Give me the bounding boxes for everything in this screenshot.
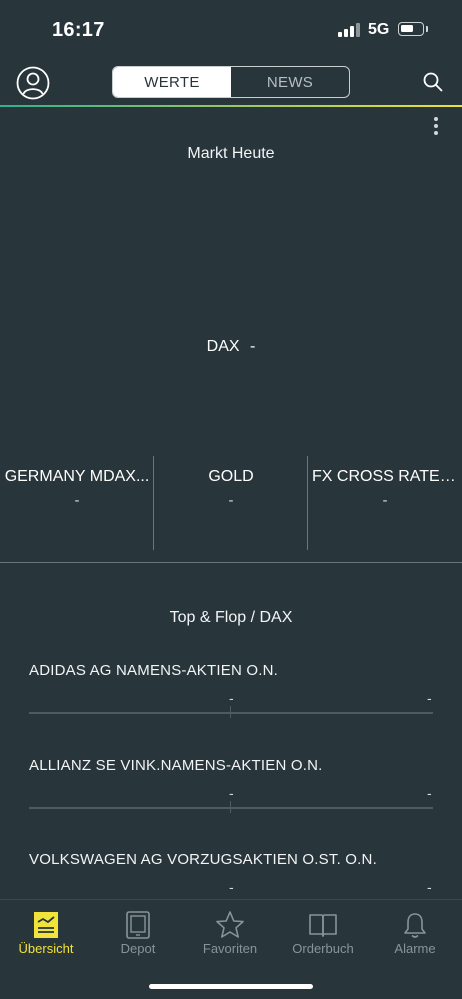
index-card-fx[interactable]: FX CROSS RATE E... -: [308, 456, 462, 552]
tab-orderbuch[interactable]: Orderbuch: [277, 900, 369, 970]
index-name: FX CROSS RATE E...: [312, 468, 462, 485]
home-indicator: [149, 984, 313, 989]
user-icon: [16, 66, 50, 100]
tab-label: Depot: [120, 941, 156, 956]
market-today-title: Markt Heute: [187, 145, 275, 162]
overview-chart-icon: [34, 912, 58, 938]
performance-bar-center: [230, 801, 231, 813]
stock-change: -: [229, 690, 234, 706]
index-value: -: [74, 492, 80, 509]
index-row: GERMANY MDAX... - GOLD - FX CROSS RATE E…: [0, 456, 462, 552]
stock-name: VOLKSWAGEN AG VORZUGSAKTIEN O.ST. O.N.: [29, 851, 377, 868]
stock-price: -: [427, 690, 432, 706]
star-icon: [216, 911, 244, 938]
tab-label: Übersicht: [18, 941, 74, 956]
performance-bar: [29, 807, 433, 809]
divider: [307, 456, 308, 550]
book-icon: [309, 914, 337, 937]
main-index-value: -: [250, 338, 256, 355]
tab-uebersicht[interactable]: Übersicht: [0, 900, 92, 970]
stock-change: -: [229, 879, 234, 895]
search-icon: [423, 72, 443, 92]
index-name: GOLD: [208, 468, 254, 485]
profile-button[interactable]: [16, 66, 50, 100]
index-value: -: [382, 492, 388, 509]
battery-tip: [426, 26, 428, 32]
tab-label: Favoriten: [202, 941, 258, 956]
stock-name: ADIDAS AG NAMENS-AKTIEN O.N.: [29, 662, 278, 679]
stock-change: -: [229, 785, 234, 801]
search-button[interactable]: [421, 70, 445, 94]
index-value: -: [228, 492, 234, 509]
app-header: WERTE NEWS: [0, 58, 462, 108]
top-flop-title: Top & Flop / DAX: [169, 609, 293, 626]
main-index[interactable]: DAX -: [0, 338, 462, 356]
network-label: 5G: [368, 21, 390, 38]
tab-label: Orderbuch: [292, 941, 354, 956]
performance-bar: [29, 712, 433, 714]
tab-news[interactable]: NEWS: [231, 67, 349, 97]
stock-name: ALLIANZ SE VINK.NAMENS-AKTIEN O.N.: [29, 757, 323, 774]
list-item[interactable]: ALLIANZ SE VINK.NAMENS-AKTIEN O.N. - -: [29, 757, 433, 837]
tab-label: Alarme: [394, 941, 436, 956]
tab-werte[interactable]: WERTE: [113, 67, 231, 97]
stock-price: -: [427, 785, 432, 801]
index-card-mdax[interactable]: GERMANY MDAX... -: [0, 456, 154, 552]
index-name: GERMANY MDAX...: [4, 468, 150, 485]
tab-favoriten[interactable]: Favoriten: [184, 900, 276, 970]
section-divider: [0, 562, 462, 563]
status-time: 16:17: [52, 19, 105, 41]
list-item[interactable]: ADIDAS AG NAMENS-AKTIEN O.N. - -: [29, 662, 433, 742]
stock-price: -: [427, 879, 432, 895]
signal-icon: [338, 23, 362, 37]
tablet-icon: [126, 911, 150, 939]
divider: [153, 456, 154, 550]
status-bar: 16:17 5G: [0, 0, 462, 58]
index-card-gold[interactable]: GOLD -: [154, 456, 308, 552]
segmented-control: WERTE NEWS: [112, 66, 350, 98]
more-options-button[interactable]: [430, 116, 442, 136]
battery-icon: [398, 22, 424, 36]
bell-icon: [404, 912, 426, 938]
main-index-name: DAX: [206, 338, 240, 355]
performance-bar-center: [230, 706, 231, 718]
tab-alarme[interactable]: Alarme: [369, 900, 461, 970]
tab-depot[interactable]: Depot: [92, 900, 184, 970]
header-accent-line: [0, 105, 462, 107]
